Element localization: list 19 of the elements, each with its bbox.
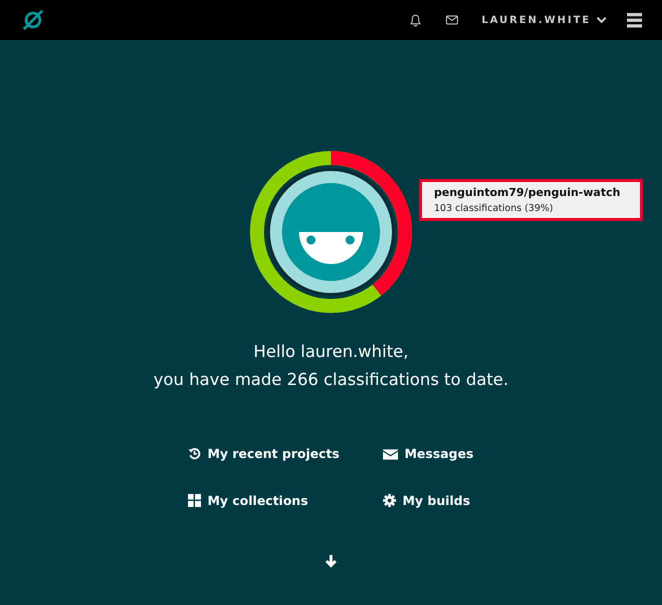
history-icon: [188, 447, 202, 460]
arrow-down-icon[interactable]: [324, 554, 338, 568]
user-menu-button[interactable]: LAUREN.WHITE: [482, 14, 607, 26]
greeting-text: Hello lauren.white,: [254, 341, 408, 363]
chevron-down-icon: [596, 16, 607, 24]
notifications-bell-icon[interactable]: [408, 14, 422, 26]
classification-count: 103 classifications (39%): [434, 203, 554, 214]
logo-icon[interactable]: [22, 9, 44, 31]
menu-icon[interactable]: [627, 12, 642, 28]
classification-summary: you have made 266 classifications to date.: [154, 369, 508, 391]
nav-link[interactable]: Messages: [383, 446, 474, 461]
gear-icon: [383, 494, 396, 507]
project-name: penguintom79/penguin-watch: [434, 185, 622, 200]
nav-link[interactable]: My collections: [188, 493, 384, 508]
envelope-icon: [383, 448, 398, 460]
nav-link[interactable]: My builds: [383, 493, 474, 508]
nav-link[interactable]: My recent projects: [188, 446, 384, 461]
grid-icon: [188, 494, 202, 507]
mail-icon[interactable]: [446, 15, 458, 25]
